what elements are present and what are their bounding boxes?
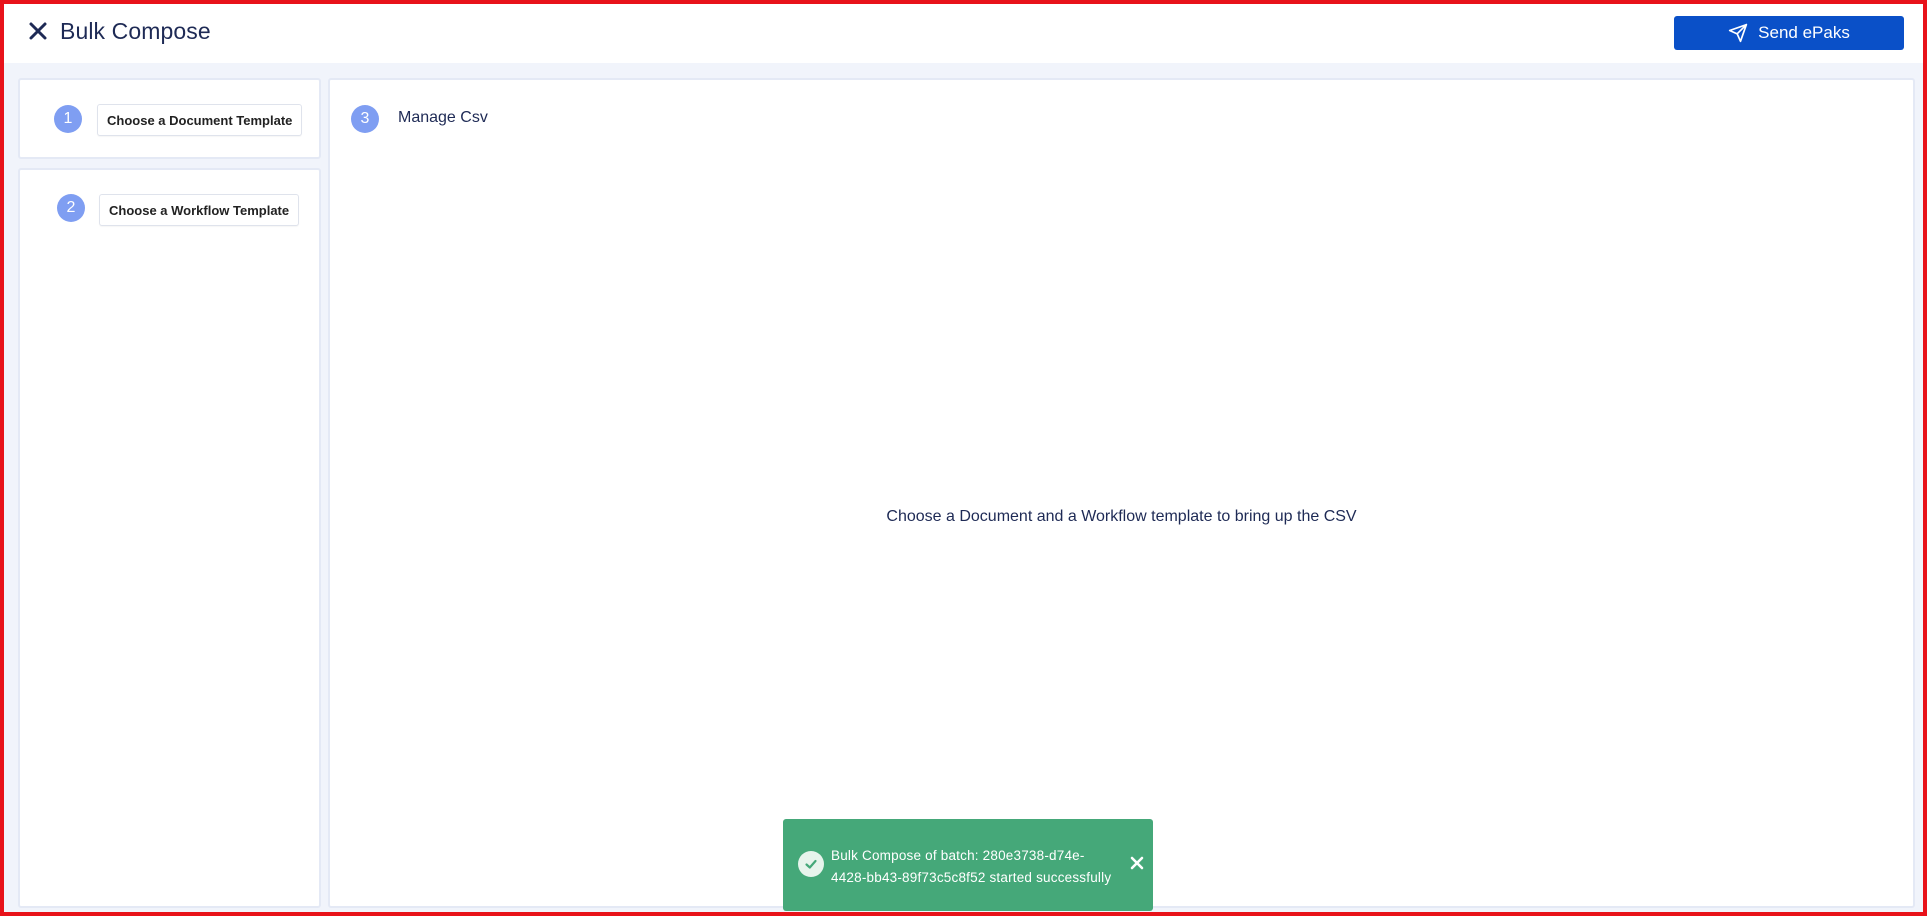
manage-csv-label: Manage Csv <box>398 109 488 126</box>
success-toast: Bulk Compose of batch: 280e3738-d74e-442… <box>783 819 1153 911</box>
send-epaks-button[interactable]: Send ePaks <box>1674 16 1904 50</box>
check-circle-icon <box>798 851 824 877</box>
workflow-template-panel: 2 Choose a Workflow Template <box>18 168 321 908</box>
close-icon[interactable] <box>1128 854 1146 872</box>
step-badge-2: 2 <box>57 194 85 222</box>
csv-empty-message: Choose a Document and a Workflow templat… <box>886 508 1357 525</box>
close-icon[interactable] <box>24 17 52 45</box>
toast-message: Bulk Compose of batch: 280e3738-d74e-442… <box>831 848 1112 885</box>
document-template-panel: 1 Choose a Document Template <box>18 78 321 159</box>
choose-document-template-button[interactable]: Choose a Document Template <box>97 104 303 136</box>
step-badge-3: 3 <box>351 105 379 133</box>
manage-csv-panel: 3 Manage Csv Choose a Document and a Wor… <box>328 78 1915 908</box>
choose-workflow-template-button[interactable]: Choose a Workflow Template <box>99 194 300 226</box>
send-epaks-label: Send ePaks <box>1758 23 1850 42</box>
app-header: Bulk Compose Send ePaks <box>4 4 1923 63</box>
step-badge-1: 1 <box>54 105 82 133</box>
page-title: Bulk Compose <box>60 18 211 44</box>
paper-plane-icon <box>1728 23 1748 43</box>
